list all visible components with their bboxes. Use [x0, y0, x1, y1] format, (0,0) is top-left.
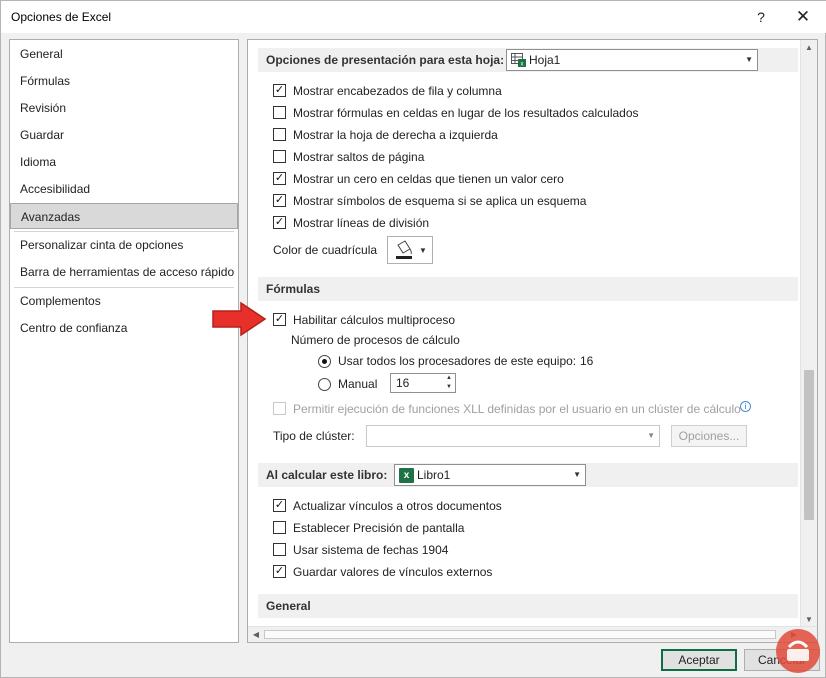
general-section-header: General [258, 594, 798, 618]
horizontal-scrollbar[interactable]: ◀ ▶ [248, 626, 817, 642]
option-label: Mostrar líneas de división [293, 216, 430, 230]
checkbox-formulas-celdas[interactable] [273, 106, 286, 119]
cluster-type-label: Tipo de clúster: [273, 429, 355, 443]
scroll-up-icon[interactable]: ▲ [801, 40, 817, 56]
calc-book-header-label: Al calcular este libro: [266, 468, 388, 482]
sidebar-item-accesibilidad[interactable]: Accesibilidad [10, 176, 238, 202]
checkbox-simbolos-esquema[interactable]: ✓ [273, 194, 286, 207]
checkbox-lineas-division[interactable]: ✓ [273, 216, 286, 229]
sidebar-item-formulas[interactable]: Fórmulas [10, 68, 238, 94]
option-label: Mostrar saltos de página [293, 150, 425, 164]
paint-bucket-icon: ▼ [396, 240, 427, 259]
window-title: Opciones de Excel [11, 10, 112, 24]
checkbox-saltos-pagina[interactable] [273, 150, 286, 163]
title-bar: Opciones de Excel ? ✕ [1, 1, 826, 33]
sheet-select[interactable]: x Hoja1 ▼ [506, 49, 758, 71]
threads-label: Número de procesos de cálculo [291, 333, 460, 347]
manual-threads-stepper[interactable]: 16 ▲ ▼ [390, 373, 456, 393]
option-label: Manual [338, 377, 378, 391]
option-label: Mostrar fórmulas en celdas en lugar de l… [293, 106, 639, 120]
display-sheet-header-label: Opciones de presentación para esta hoja: [266, 53, 505, 67]
svg-text:x: x [521, 62, 524, 68]
svg-text:▼: ▼ [419, 246, 427, 255]
book-select-value: Libro1 [417, 468, 451, 482]
sheet-select-value: Hoja1 [529, 53, 561, 67]
grid-color-label: Color de cuadrícula [273, 243, 378, 257]
watermark-logo-icon [776, 629, 820, 673]
close-button[interactable]: ✕ [783, 5, 823, 29]
sidebar-item-idioma[interactable]: Idioma [10, 149, 238, 175]
sidebar-item-guardar[interactable]: Guardar [10, 122, 238, 148]
option-label: Mostrar un cero en celdas que tienen un … [293, 172, 564, 186]
sidebar-item-centro-confianza[interactable]: Centro de confianza [10, 315, 238, 341]
option-label: Usar sistema de fechas 1904 [293, 543, 449, 557]
grid-color-picker[interactable]: ▼ [387, 236, 433, 264]
checkbox-derecha-izquierda[interactable] [273, 128, 286, 141]
option-label: Mostrar símbolos de esquema si se aplica… [293, 194, 587, 208]
spin-arrows-icon[interactable]: ▲ ▼ [443, 374, 455, 392]
checkbox-xll-cluster[interactable] [273, 402, 286, 415]
option-label: Actualizar vínculos a otros documentos [293, 499, 502, 513]
scroll-left-icon[interactable]: ◀ [248, 627, 264, 642]
checkbox-mostrar-cero[interactable]: ✓ [273, 172, 286, 185]
sidebar-item-avanzadas[interactable]: Avanzadas [10, 203, 238, 229]
checkbox-multiproceso[interactable]: ✓ [273, 313, 286, 326]
cluster-options-button[interactable]: Opciones... [671, 425, 747, 447]
ok-button[interactable]: Aceptar [661, 649, 737, 671]
chevron-down-icon: ▼ [573, 470, 581, 479]
help-button[interactable]: ? [741, 5, 781, 29]
formulas-header: Fórmulas [258, 277, 798, 301]
scroll-thumb[interactable] [804, 370, 814, 520]
option-label: Mostrar la hoja de derecha a izquierda [293, 128, 498, 142]
scroll-thumb[interactable] [264, 630, 776, 639]
checkbox-actualizar-vinculos[interactable]: ✓ [273, 499, 286, 512]
option-label: Establecer Precisión de pantalla [293, 521, 465, 535]
formulas-header-label: Fórmulas [266, 282, 321, 296]
vertical-scrollbar[interactable]: ▲ ▼ [800, 40, 817, 628]
chevron-down-icon: ▼ [647, 431, 655, 440]
chevron-down-icon: ▼ [745, 55, 753, 64]
general-section-header-label: General [266, 599, 311, 613]
radio-manual[interactable] [318, 378, 331, 391]
sidebar-item-personalizar-cinta[interactable]: Personalizar cinta de opciones [10, 232, 238, 258]
red-arrow-callout-icon [212, 301, 267, 337]
option-label: Habilitar cálculos multiproceso [293, 313, 456, 327]
options-dialog: Opciones de Excel ? ✕ General Fórmulas R… [0, 0, 826, 678]
category-sidebar: General Fórmulas Revisión Guardar Idioma… [9, 39, 239, 643]
sidebar-item-barra-acceso-rapido[interactable]: Barra de herramientas de acceso rápido [10, 259, 238, 285]
radio-use-all[interactable] [318, 355, 331, 368]
checkbox-precision-pantalla[interactable] [273, 521, 286, 534]
option-label: Permitir ejecución de funciones XLL defi… [293, 402, 741, 416]
sidebar-item-revision[interactable]: Revisión [10, 95, 238, 121]
info-icon[interactable]: i [740, 401, 751, 412]
cluster-type-select[interactable]: ▼ [366, 425, 660, 447]
checkbox-valores-vinculos[interactable]: ✓ [273, 565, 286, 578]
excel-icon: x [399, 468, 414, 483]
option-label: Guardar valores de vínculos externos [293, 565, 493, 579]
checkbox-encabezados[interactable]: ✓ [273, 84, 286, 97]
advanced-options-panel: Opciones de presentación para esta hoja:… [247, 39, 818, 643]
sidebar-item-general[interactable]: General [10, 41, 238, 67]
sidebar-item-complementos[interactable]: Complementos [10, 288, 238, 314]
sheet-icon: x [511, 53, 526, 67]
book-select[interactable]: x Libro1 ▼ [394, 464, 586, 486]
manual-threads-value: 16 [396, 376, 410, 390]
option-label: Mostrar encabezados de fila y columna [293, 84, 502, 98]
use-all-value: 16 [580, 354, 594, 368]
option-label: Usar todos los procesadores de este equi… [338, 354, 577, 368]
checkbox-sistema-1904[interactable] [273, 543, 286, 556]
